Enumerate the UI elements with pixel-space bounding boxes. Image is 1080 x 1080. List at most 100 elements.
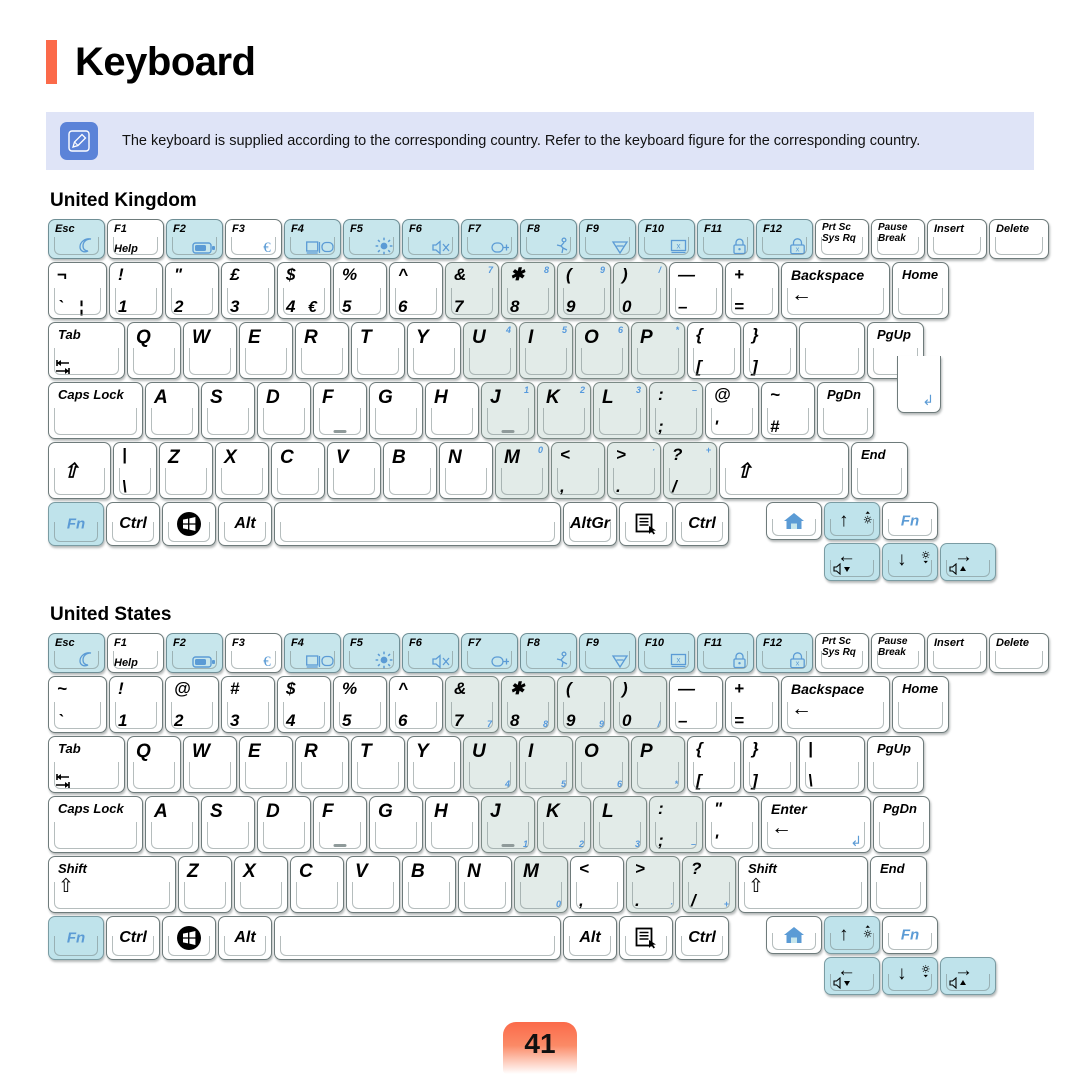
key-pause[interactable]: Pause Break	[871, 219, 925, 259]
key-[[interactable]: {[	[687, 322, 741, 379]
key-k[interactable]: K2	[537, 796, 591, 853]
key-9[interactable]: (9 9	[557, 262, 611, 319]
key-4[interactable]: $4	[277, 676, 331, 733]
key-backspace[interactable]: Backspace ←	[781, 262, 890, 319]
key-f2[interactable]: F2	[166, 633, 223, 673]
key-5[interactable]: % 5	[333, 676, 387, 733]
key-f6[interactable]: F6	[402, 633, 459, 673]
key-][interactable]: }]	[743, 322, 797, 379]
key-fn[interactable]: Fn	[48, 502, 104, 546]
key-j[interactable]: J1	[481, 796, 535, 853]
key-esc[interactable]: Esc	[48, 219, 105, 259]
key-o[interactable]: O6	[575, 322, 629, 379]
key-l[interactable]: L3	[593, 382, 647, 439]
key-arrow-left[interactable]: ←	[824, 957, 880, 995]
key-esc[interactable]: Esc	[48, 633, 105, 673]
key-t[interactable]: T	[351, 736, 405, 793]
key-7[interactable]: & 7 7	[445, 262, 499, 319]
key-f8[interactable]: F8	[520, 219, 577, 259]
key-prt-sc[interactable]: Prt Sc Sys Rq	[815, 219, 869, 259]
key-6[interactable]: ^ 6	[389, 676, 443, 733]
key-shift[interactable]: ⇧	[48, 442, 111, 499]
key-'[interactable]: @ '	[705, 382, 759, 439]
key-`[interactable]: ~ `	[48, 676, 107, 733]
key-menu-icon[interactable]	[619, 502, 673, 546]
key-enter[interactable]	[799, 322, 865, 379]
key-space[interactable]	[274, 502, 561, 546]
key-x[interactable]: X	[234, 856, 288, 913]
key-fn-right[interactable]: Fn	[882, 502, 938, 540]
key-z[interactable]: Z	[159, 442, 213, 499]
key-home-shortcut[interactable]	[766, 502, 822, 540]
key-p[interactable]: P *	[631, 322, 685, 379]
key-w[interactable]: W	[183, 736, 237, 793]
key-r[interactable]: R	[295, 322, 349, 379]
key-e[interactable]: E	[239, 322, 293, 379]
key-delete[interactable]: Delete	[989, 633, 1049, 673]
key-;[interactable]: :; –	[649, 382, 703, 439]
key-f6[interactable]: F6	[402, 219, 459, 259]
key-altgr[interactable]: AltGr	[563, 502, 617, 546]
key-f7[interactable]: F7	[461, 219, 518, 259]
key-m[interactable]: M0	[514, 856, 568, 913]
key-y[interactable]: Y	[407, 736, 461, 793]
key-n[interactable]: N	[458, 856, 512, 913]
key-7[interactable]: & 7 7	[445, 676, 499, 733]
key-f12[interactable]: F12 x	[756, 633, 813, 673]
key-h[interactable]: H	[425, 796, 479, 853]
key-home-shortcut[interactable]	[766, 916, 822, 954]
key-a[interactable]: A	[145, 796, 199, 853]
key-arrow-up[interactable]: ↑	[824, 502, 880, 540]
key-;[interactable]: :; –	[649, 796, 703, 853]
key-w[interactable]: W	[183, 322, 237, 379]
key-u[interactable]: U4	[463, 322, 517, 379]
key-enter-uk-extension[interactable]: ↲	[897, 356, 941, 413]
key-caps-lock[interactable]: Caps Lock	[48, 382, 143, 439]
key-delete[interactable]: Delete	[989, 219, 1049, 259]
key-–[interactable]: — –	[669, 262, 723, 319]
key-v[interactable]: V	[327, 442, 381, 499]
key-x[interactable]: X	[215, 442, 269, 499]
key-f7[interactable]: F7	[461, 633, 518, 673]
key-e[interactable]: E	[239, 736, 293, 793]
key-pgdn[interactable]: PgDn	[817, 382, 874, 439]
key-f12[interactable]: F12 x	[756, 219, 813, 259]
key-f8[interactable]: F8	[520, 633, 577, 673]
key-p[interactable]: P *	[631, 736, 685, 793]
key-8[interactable]: ✱ 8 8	[501, 262, 555, 319]
key-s[interactable]: S	[201, 796, 255, 853]
key-[[interactable]: {[	[687, 736, 741, 793]
key-windows-icon[interactable]	[162, 916, 216, 960]
key-f1[interactable]: F1 Help	[107, 219, 164, 259]
key-/[interactable]: ? / +	[663, 442, 717, 499]
key-–[interactable]: — –	[669, 676, 723, 733]
key-ctrl[interactable]: Ctrl	[106, 502, 160, 546]
key-prt-sc[interactable]: Prt Sc Sys Rq	[815, 633, 869, 673]
key-3[interactable]: #3	[221, 676, 275, 733]
key-d[interactable]: D	[257, 382, 311, 439]
key-`[interactable]: ¬ ` ¦	[48, 262, 107, 319]
key-insert[interactable]: Insert	[927, 633, 987, 673]
key-f10[interactable]: F10 x	[638, 219, 695, 259]
key-6[interactable]: ^ 6	[389, 262, 443, 319]
key-b[interactable]: B	[402, 856, 456, 913]
key-f1[interactable]: F1 Help	[107, 633, 164, 673]
key-tab[interactable]: Tab	[48, 736, 125, 793]
key-fn[interactable]: Fn	[48, 916, 104, 960]
key-space[interactable]	[274, 916, 561, 960]
key-f11[interactable]: F11	[697, 219, 754, 259]
key-#[interactable]: ~ #	[761, 382, 815, 439]
key-f9[interactable]: F9	[579, 633, 636, 673]
key-1[interactable]: ! 1	[109, 676, 163, 733]
key-shift[interactable]: ⇧	[719, 442, 849, 499]
key-menu-icon[interactable]	[619, 916, 673, 960]
key-4[interactable]: $4 €	[277, 262, 331, 319]
key-=[interactable]: + =	[725, 262, 779, 319]
key-o[interactable]: O6	[575, 736, 629, 793]
key-,[interactable]: <,	[551, 442, 605, 499]
key-.[interactable]: >. ·	[626, 856, 680, 913]
key-f[interactable]: F	[313, 796, 367, 853]
key-0[interactable]: ) 0 /	[613, 262, 667, 319]
key-f4[interactable]: F4	[284, 633, 341, 673]
key-f2[interactable]: F2	[166, 219, 223, 259]
